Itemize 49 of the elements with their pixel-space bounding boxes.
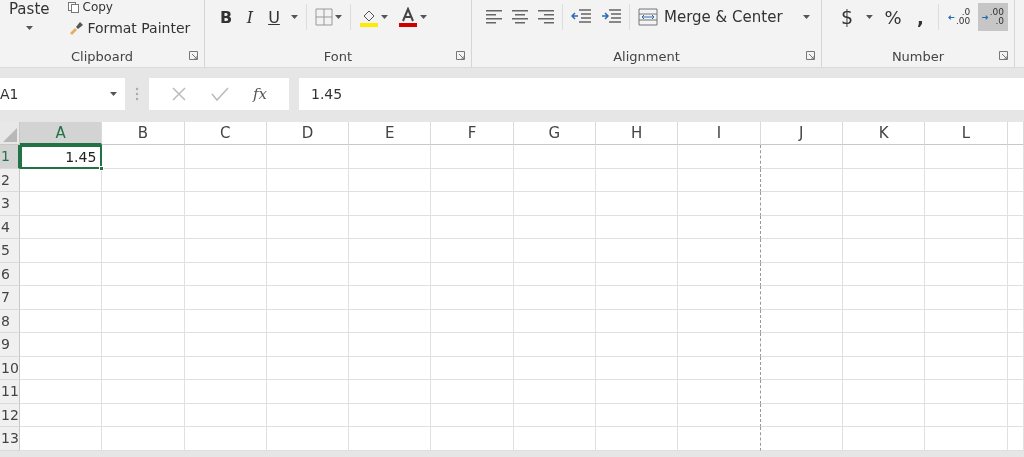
group-label: Number bbox=[891, 48, 945, 64]
group-label: Font bbox=[323, 48, 353, 64]
row-header[interactable]: 7 bbox=[0, 286, 20, 310]
row-header[interactable]: 13 bbox=[0, 427, 20, 451]
row-header[interactable]: 2 bbox=[0, 168, 20, 192]
decimal-label: .0 bbox=[995, 17, 1004, 26]
decrease-decimal-button[interactable]: .00 .0 bbox=[978, 3, 1008, 31]
paste-button[interactable]: Paste bbox=[6, 0, 53, 40]
column-header[interactable]: D bbox=[266, 122, 350, 145]
column-header[interactable]: G bbox=[513, 122, 597, 145]
percent-button[interactable]: % bbox=[880, 3, 906, 31]
italic-button[interactable]: I bbox=[239, 3, 261, 31]
row-header[interactable]: 3 bbox=[0, 192, 20, 216]
increase-decimal-button[interactable]: .0 .00 bbox=[944, 3, 975, 31]
format-painter-button[interactable]: Format Painter bbox=[64, 18, 194, 38]
decimal-label: .00 bbox=[989, 8, 1004, 17]
column-header[interactable]: B bbox=[102, 122, 185, 145]
copy-button[interactable]: Copy bbox=[64, 0, 116, 14]
decimal-label: .00 bbox=[955, 17, 971, 26]
group-label: Clipboard bbox=[70, 48, 134, 64]
column-header[interactable]: I bbox=[678, 122, 761, 145]
row-header[interactable]: 9 bbox=[0, 333, 20, 357]
underline-button[interactable]: U bbox=[263, 3, 285, 31]
column-header[interactable]: L bbox=[925, 122, 1008, 145]
column-header[interactable]: K bbox=[842, 122, 926, 145]
row-header[interactable]: 6 bbox=[0, 262, 20, 286]
column-header[interactable]: C bbox=[184, 122, 267, 145]
row-header[interactable]: 8 bbox=[0, 309, 20, 333]
bold-button[interactable]: B bbox=[215, 3, 237, 31]
formula-field[interactable]: 1.45 bbox=[299, 78, 1024, 110]
column-header[interactable]: A bbox=[20, 122, 103, 145]
row-header[interactable]: 11 bbox=[0, 380, 20, 404]
row-header[interactable]: 4 bbox=[0, 215, 20, 239]
table-cell[interactable]: 1.45 bbox=[20, 145, 103, 169]
column-header[interactable]: E bbox=[349, 122, 432, 145]
name-box[interactable]: A1 bbox=[0, 78, 125, 110]
decimal-label: .0 bbox=[961, 8, 971, 17]
row-header[interactable]: 1 bbox=[0, 145, 20, 169]
comma-style-button[interactable]: , bbox=[909, 3, 932, 31]
insert-function-button[interactable]: fx bbox=[252, 85, 267, 103]
group-label: Alignment bbox=[613, 48, 680, 64]
column-header[interactable]: H bbox=[596, 122, 679, 145]
column-header[interactable]: J bbox=[760, 122, 843, 145]
column-header[interactable]: F bbox=[431, 122, 514, 145]
currency-button[interactable]: $ bbox=[836, 3, 858, 31]
merge-center-button[interactable]: Merge & Center bbox=[634, 3, 814, 31]
row-header[interactable]: 5 bbox=[0, 239, 20, 263]
row-header[interactable]: 12 bbox=[0, 403, 20, 427]
row-header[interactable]: 10 bbox=[0, 356, 20, 380]
